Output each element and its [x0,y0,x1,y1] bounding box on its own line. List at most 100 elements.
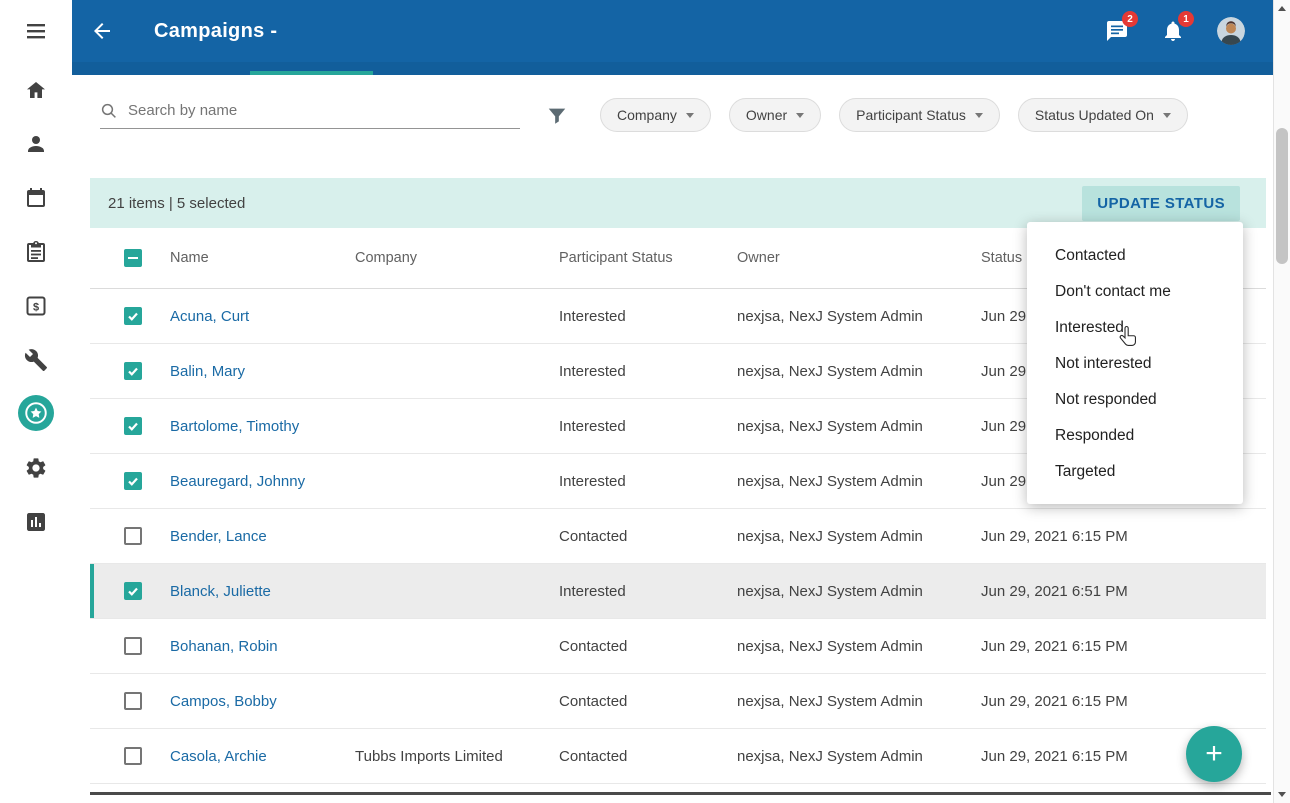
row-checkbox[interactable] [124,747,142,765]
messages-badge: 2 [1122,11,1138,27]
owner-cell: nexjsa, NexJ System Admin [737,308,981,325]
home-icon[interactable] [24,78,48,102]
participant-name-link[interactable]: Bohanan, Robin [170,638,278,655]
update-status-menu: Contacted Don't contact me Interested No… [1027,222,1243,504]
participant-name-link[interactable]: Bartolome, Timothy [170,418,299,435]
row-checkbox[interactable] [124,637,142,655]
notifications-bell-icon[interactable]: 1 [1161,19,1185,43]
search-input[interactable] [128,102,520,119]
menu-item-responded[interactable]: Responded [1027,418,1243,454]
participant-name-link[interactable]: Beauregard, Johnny [170,473,305,490]
row-checkbox[interactable] [124,692,142,710]
owner-cell: nexjsa, NexJ System Admin [737,473,981,490]
table-row[interactable]: Blanck, Juliette Interested nexjsa, NexJ… [90,564,1266,619]
status-updated-cell: Jun 29, 2021 6:15 PM [981,528,1266,545]
owner-cell: nexjsa, NexJ System Admin [737,693,981,710]
menu-item-targeted[interactable]: Targeted [1027,454,1243,490]
owner-cell: nexjsa, NexJ System Admin [737,418,981,435]
search-field[interactable] [100,102,520,129]
participant-status-cell: Interested [559,583,737,600]
participant-name-link[interactable]: Casola, Archie [170,748,267,765]
status-updated-cell: Jun 29, 2021 6:15 PM [981,638,1266,655]
messages-icon[interactable]: 2 [1105,19,1129,43]
row-checkbox[interactable] [124,582,142,600]
table-row[interactable]: Bohanan, Robin Contacted nexjsa, NexJ Sy… [90,619,1266,674]
table-row[interactable]: Casola, Archie Tubbs Imports Limited Con… [90,729,1266,784]
participant-status-cell: Contacted [559,748,737,765]
menu-item-not-responded[interactable]: Not responded [1027,382,1243,418]
filter-pill-label: Status Updated On [1035,107,1154,123]
menu-item-contacted[interactable]: Contacted [1027,238,1243,274]
menu-item-interested[interactable]: Interested [1027,310,1243,346]
status-updated-cell: Jun 29, 2021 6:51 PM [981,583,1266,600]
filter-pill-status-updated-on[interactable]: Status Updated On [1018,98,1188,132]
back-arrow-icon[interactable] [90,19,114,43]
scroll-up-icon[interactable] [1274,0,1290,17]
table-row[interactable]: Bender, Lance Contacted nexjsa, NexJ Sys… [90,509,1266,564]
owner-cell: nexjsa, NexJ System Admin [737,528,981,545]
participant-status-cell: Interested [559,308,737,325]
tools-wrench-icon[interactable] [24,348,48,372]
billing-dollar-icon[interactable]: $ [24,294,48,318]
contacts-icon[interactable] [24,132,48,156]
participant-name-link[interactable]: Acuna, Curt [170,308,249,325]
row-checkbox[interactable] [124,307,142,325]
notifications-badge: 1 [1178,11,1194,27]
user-avatar[interactable] [1217,17,1245,45]
filter-toolbar: Company Owner Participant Status Status … [72,75,1273,155]
tasks-clipboard-icon[interactable] [24,240,48,264]
column-header-participant-status[interactable]: Participant Status [559,250,737,266]
calendar-icon[interactable] [24,186,48,210]
filter-pill-company[interactable]: Company [600,98,711,132]
status-updated-cell: Jun 29, 2021 6:15 PM [981,693,1266,710]
participant-status-cell: Contacted [559,638,737,655]
menu-item-dont-contact-me[interactable]: Don't contact me [1027,274,1243,310]
filter-pills: Company Owner Participant Status Status … [600,98,1188,132]
filter-funnel-icon[interactable] [546,104,568,126]
participant-status-cell: Interested [559,473,737,490]
select-all-checkbox[interactable] [124,249,142,267]
participant-name-link[interactable]: Blanck, Juliette [170,583,271,600]
vertical-scrollbar[interactable] [1273,0,1290,803]
filter-pill-participant-status[interactable]: Participant Status [839,98,1000,132]
horizontal-scroll-edge [90,792,1271,795]
tab-strip [72,62,1273,75]
chevron-down-icon [975,113,983,118]
selection-summary: 21 items | 5 selected [108,195,245,212]
column-header-owner[interactable]: Owner [737,250,981,266]
reports-chart-icon[interactable] [24,510,48,534]
settings-gear-icon[interactable] [24,456,48,480]
owner-cell: nexjsa, NexJ System Admin [737,363,981,380]
page-title: Campaigns - [154,20,277,43]
column-header-name[interactable]: Name [170,250,355,266]
active-tab-indicator [250,71,373,75]
chevron-down-icon [686,113,694,118]
owner-cell: nexjsa, NexJ System Admin [737,583,981,600]
participant-name-link[interactable]: Bender, Lance [170,528,267,545]
row-checkbox[interactable] [124,362,142,380]
filter-pill-label: Participant Status [856,107,966,123]
svg-text:$: $ [33,302,39,314]
scrollbar-thumb[interactable] [1276,128,1288,264]
chevron-down-icon [1163,113,1171,118]
participant-name-link[interactable]: Balin, Mary [170,363,245,380]
owner-cell: nexjsa, NexJ System Admin [737,748,981,765]
add-fab-button[interactable]: + [1186,726,1242,782]
participant-name-link[interactable]: Campos, Bobby [170,693,277,710]
row-checkbox[interactable] [124,527,142,545]
row-checkbox[interactable] [124,417,142,435]
participant-status-cell: Contacted [559,693,737,710]
scroll-down-icon[interactable] [1274,786,1290,803]
table-row[interactable]: Campos, Bobby Contacted nexjsa, NexJ Sys… [90,674,1266,729]
chevron-down-icon [796,113,804,118]
app-header: Campaigns - 2 1 [72,0,1273,75]
column-header-company[interactable]: Company [355,250,559,266]
row-checkbox[interactable] [124,472,142,490]
update-status-button[interactable]: UPDATE STATUS [1082,186,1240,221]
filter-pill-label: Company [617,107,677,123]
menu-item-not-interested[interactable]: Not interested [1027,346,1243,382]
menu-hamburger-icon[interactable] [24,19,48,43]
filter-pill-owner[interactable]: Owner [729,98,821,132]
participant-status-cell: Interested [559,418,737,435]
campaigns-star-icon-active[interactable] [18,395,54,431]
